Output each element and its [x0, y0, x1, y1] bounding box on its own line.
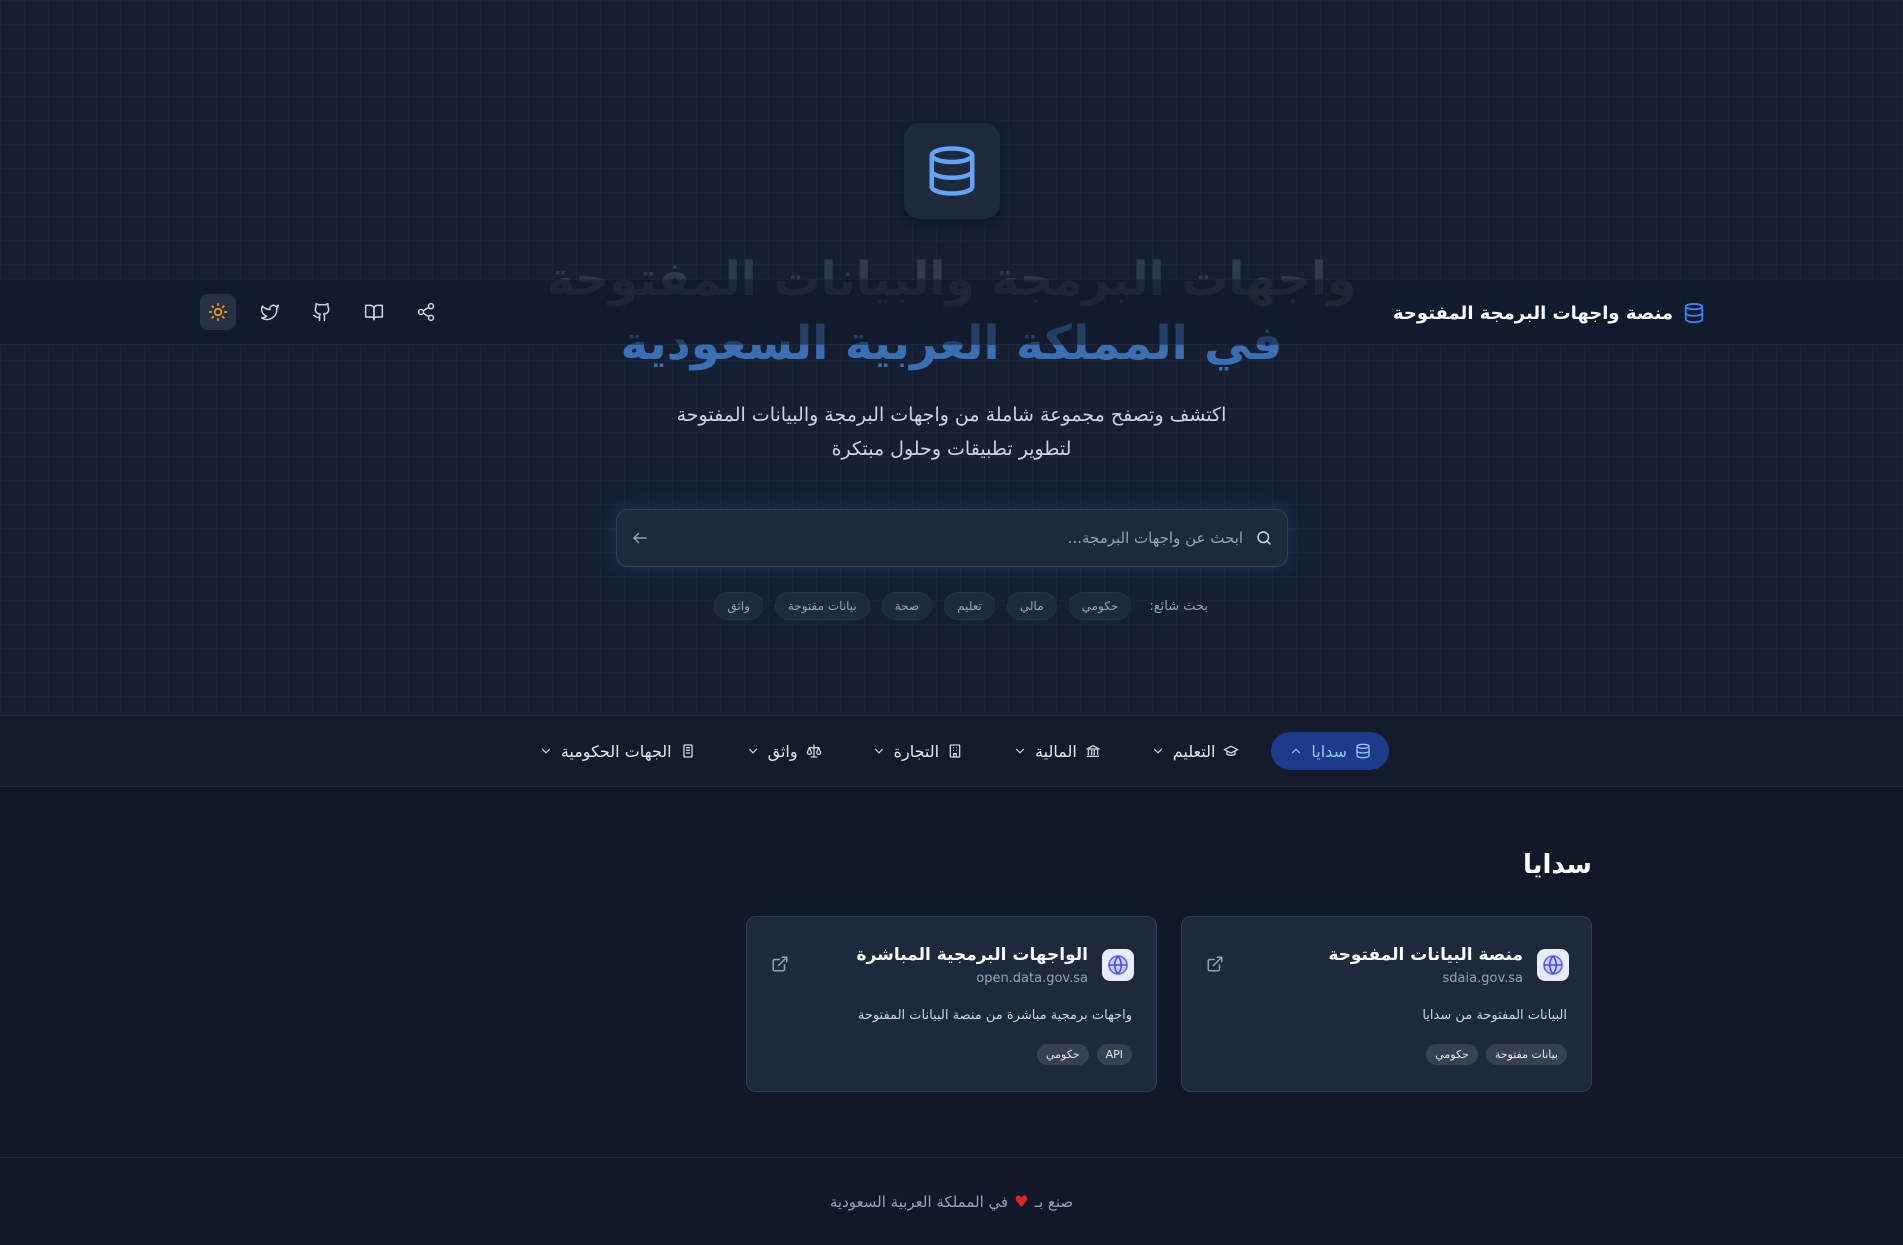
popular-chip[interactable]: صحة	[881, 592, 933, 620]
theme-toggle-button[interactable]	[200, 294, 236, 330]
popular-searches: بحث شائع: حكومي مالي تعليم صحة بيانات مف…	[714, 592, 1208, 620]
category-label: التجارة	[893, 741, 940, 761]
category-wathiq[interactable]: واثق	[728, 732, 840, 770]
footer: صنع بـ ♥ في المملكة العربية السعودية	[0, 1157, 1903, 1245]
tag: بيانات مفتوحة	[1485, 1044, 1567, 1065]
top-navbar: منصة واجهات البرمجة المفتوحة	[0, 279, 1903, 345]
tag: حكومي	[1426, 1044, 1478, 1065]
category-bar: سدايا التعليم المالية التجارة واثق الجها…	[0, 715, 1903, 787]
popular-searches-label: بحث شائع:	[1149, 598, 1208, 614]
chevron-down-icon	[1151, 744, 1165, 758]
chevron-down-icon	[872, 744, 886, 758]
navbar-actions	[200, 294, 444, 330]
search-box	[616, 509, 1288, 567]
bank-icon	[1085, 743, 1101, 759]
popular-chip[interactable]: مالي	[1006, 592, 1057, 620]
card-description: واجهات برمجية مباشرة من منصة البيانات ال…	[857, 1008, 1132, 1023]
card-description: البيانات المفتوحة من سدايا	[1422, 1008, 1567, 1023]
chevron-down-icon	[1013, 744, 1027, 758]
twitter-icon	[260, 302, 280, 322]
card-title: منصة البيانات المفتوحة	[1328, 945, 1523, 965]
github-button[interactable]	[304, 294, 340, 330]
category-label: واثق	[767, 741, 798, 761]
api-card[interactable]: منصة البيانات المفتوحة sdaia.gov.sa البي…	[1181, 916, 1592, 1092]
category-education[interactable]: التعليم	[1133, 732, 1258, 770]
chevron-up-icon	[1289, 744, 1303, 758]
heart-icon: ♥	[1014, 1192, 1029, 1211]
docs-button[interactable]	[356, 294, 392, 330]
popular-chip[interactable]: حكومي	[1068, 592, 1132, 620]
popular-chip[interactable]: بيانات مفتوحة	[774, 592, 870, 620]
category-government[interactable]: الجهات الحكومية	[521, 732, 714, 770]
twitter-button[interactable]	[252, 294, 288, 330]
popular-chip[interactable]: واثق	[714, 592, 763, 620]
category-finance[interactable]: المالية	[995, 732, 1119, 770]
card-domain: open.data.gov.sa	[976, 971, 1088, 986]
category-tabs: سدايا التعليم المالية التجارة واثق الجها…	[521, 732, 1389, 770]
category-label: المالية	[1035, 741, 1077, 761]
share-button[interactable]	[408, 294, 444, 330]
database-icon	[1355, 743, 1371, 759]
hero-section: واجهات البرمجة والبيانات المفتوحة في الم…	[0, 0, 1903, 715]
share-icon	[416, 302, 436, 322]
github-icon	[312, 302, 332, 322]
chevron-down-icon	[746, 744, 760, 758]
category-label: سدايا	[1311, 741, 1347, 761]
database-logo-icon	[904, 123, 1000, 219]
card-tags: API حكومي	[1036, 1044, 1132, 1065]
brand[interactable]: منصة واجهات البرمجة المفتوحة	[1393, 280, 1705, 346]
hero-subtitle-line2: لتطوير تطبيقات وحلول مبتكرة	[831, 438, 1072, 460]
footer-made-with: صنع بـ	[1034, 1192, 1074, 1211]
category-commerce[interactable]: التجارة	[854, 732, 981, 770]
card-title: الواجهات البرمجية المباشرة	[856, 945, 1088, 965]
chevron-down-icon	[539, 744, 553, 758]
footer-country: في المملكة العربية السعودية	[829, 1192, 1009, 1211]
category-sdaia[interactable]: سدايا	[1271, 732, 1389, 770]
card-domain: sdaia.gov.sa	[1442, 971, 1523, 986]
section-title: سدايا	[1522, 850, 1592, 880]
popular-chip[interactable]: تعليم	[944, 592, 995, 620]
hero-subtitle: اكتشف وتصفح مجموعة شاملة من واجهات البرم…	[0, 398, 1903, 466]
external-link-icon[interactable]	[1206, 955, 1224, 977]
database-icon	[1683, 302, 1705, 324]
globe-icon	[1102, 949, 1134, 981]
scale-icon	[806, 743, 822, 759]
graduation-cap-icon	[1223, 743, 1239, 759]
api-card[interactable]: الواجهات البرمجية المباشرة open.data.gov…	[746, 916, 1157, 1092]
tag: حكومي	[1036, 1044, 1089, 1065]
sun-icon	[208, 302, 228, 322]
brand-name: منصة واجهات البرمجة المفتوحة	[1393, 302, 1673, 324]
external-link-icon[interactable]	[771, 955, 789, 977]
hero-subtitle-line1: اكتشف وتصفح مجموعة شاملة من واجهات البرم…	[676, 404, 1227, 426]
category-label: التعليم	[1172, 741, 1216, 761]
category-label: الجهات الحكومية	[560, 741, 672, 761]
search-submit-arrow-icon[interactable]	[631, 529, 649, 547]
building-icon	[947, 743, 963, 759]
tag: API	[1096, 1044, 1132, 1065]
book-icon	[364, 302, 384, 322]
search-icon	[1255, 529, 1273, 547]
government-building-icon	[680, 743, 696, 759]
search-input[interactable]	[649, 529, 1255, 547]
card-tags: بيانات مفتوحة حكومي	[1426, 1044, 1567, 1065]
globe-icon	[1537, 949, 1569, 981]
